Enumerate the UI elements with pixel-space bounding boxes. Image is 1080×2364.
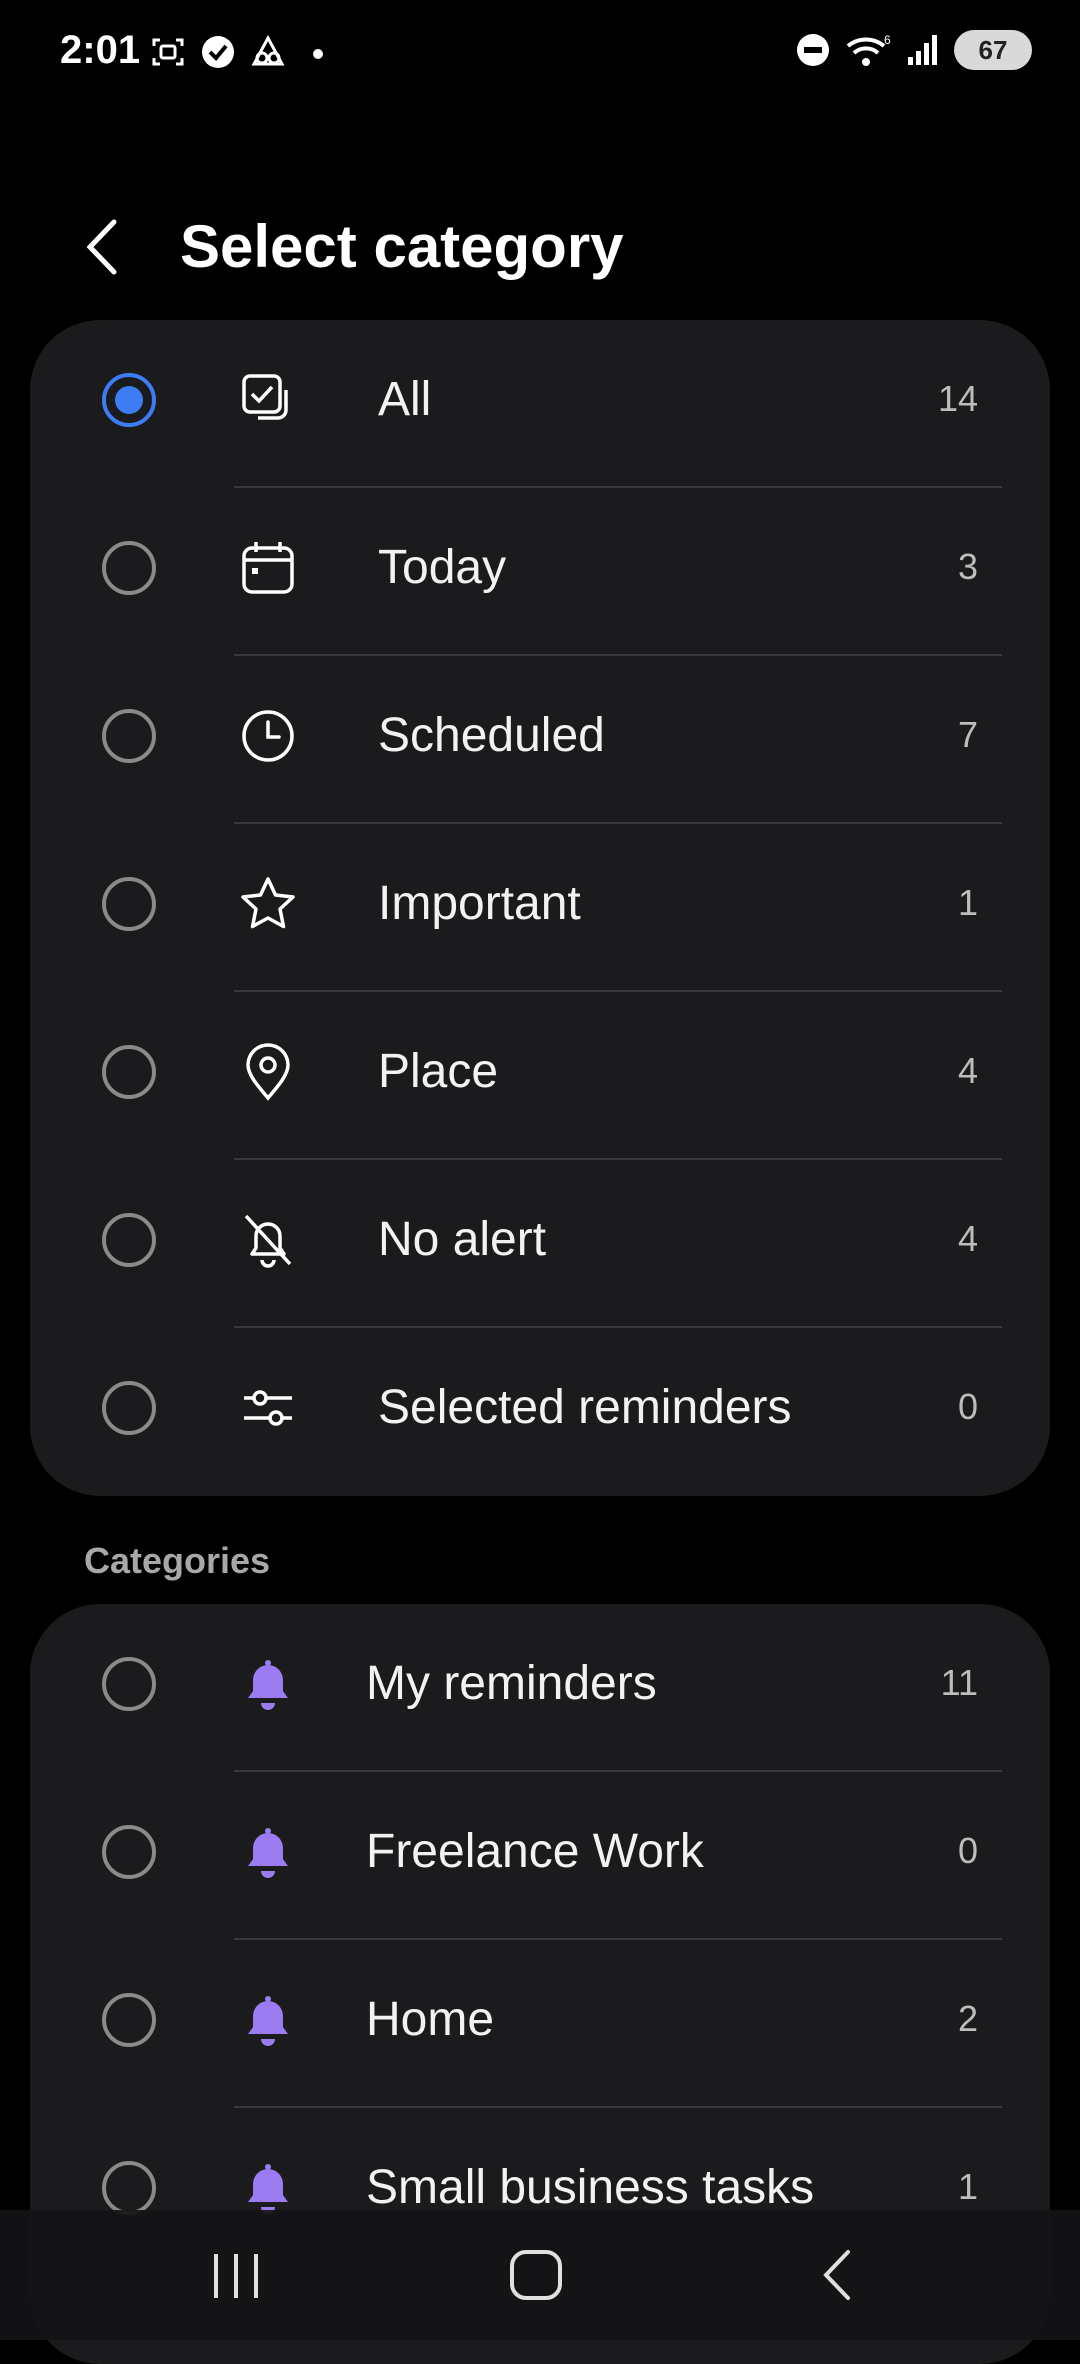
recents-button[interactable] bbox=[196, 2240, 276, 2310]
radio-unselected[interactable] bbox=[102, 1381, 156, 1435]
radio-unselected[interactable] bbox=[102, 877, 156, 931]
radio-unselected[interactable] bbox=[102, 709, 156, 763]
category-row-freelance-work[interactable]: Freelance Work 0 bbox=[30, 1772, 1050, 1940]
bell-icon bbox=[248, 1660, 288, 1710]
signal-icon bbox=[908, 35, 937, 65]
filter-count: 4 bbox=[957, 1050, 978, 1091]
checklist-icon bbox=[242, 374, 288, 420]
status-left-icons bbox=[150, 34, 336, 70]
screenshot-icon bbox=[152, 38, 184, 66]
filter-row-all[interactable]: All 14 bbox=[30, 320, 1050, 488]
location-pin-icon bbox=[246, 1043, 290, 1101]
radio-unselected[interactable] bbox=[102, 1657, 156, 1711]
battery-level: 67 bbox=[978, 34, 1008, 65]
filter-count: 0 bbox=[957, 1386, 978, 1427]
sliders-icon bbox=[244, 1390, 292, 1426]
category-count: 1 bbox=[957, 2166, 978, 2207]
navigation-bar bbox=[0, 2210, 1080, 2340]
do-not-disturb-icon bbox=[797, 34, 829, 66]
filter-label: Today bbox=[378, 541, 507, 594]
check-circle-icon bbox=[202, 36, 234, 68]
battery-icon: 67 bbox=[954, 30, 1032, 70]
status-time: 2:01 bbox=[60, 28, 141, 72]
radio-unselected[interactable] bbox=[102, 1213, 156, 1267]
filter-row-selected-reminders[interactable]: Selected reminders 0 bbox=[30, 1328, 1050, 1496]
recents-icon bbox=[214, 2254, 258, 2298]
status-bar: 2:01 6 67 bbox=[0, 0, 1080, 110]
clock-icon bbox=[242, 710, 294, 762]
filter-label: Important bbox=[378, 877, 581, 930]
radio-selected[interactable] bbox=[102, 373, 156, 427]
filter-list-card: All 14 Today 3 Scheduled 7 Important 1 P… bbox=[30, 320, 1050, 1496]
radio-unselected[interactable] bbox=[102, 1045, 156, 1099]
filter-label: No alert bbox=[378, 1213, 547, 1266]
dot-icon bbox=[313, 49, 323, 59]
bell-icon bbox=[248, 1996, 288, 2046]
filter-row-no-alert[interactable]: No alert 4 bbox=[30, 1160, 1050, 1328]
radio-unselected[interactable] bbox=[102, 1993, 156, 2047]
bell-icon bbox=[248, 1828, 288, 1878]
radio-unselected[interactable] bbox=[102, 2161, 156, 2215]
radio-unselected[interactable] bbox=[102, 1825, 156, 1879]
page-title: Select category bbox=[180, 213, 624, 280]
calendar-icon bbox=[242, 542, 294, 594]
filter-label: Scheduled bbox=[378, 709, 605, 762]
radio-unselected[interactable] bbox=[102, 541, 156, 595]
star-icon bbox=[241, 877, 295, 929]
filter-count: 1 bbox=[957, 882, 978, 923]
back-icon bbox=[823, 2250, 850, 2300]
filter-count: 3 bbox=[957, 546, 978, 587]
status-right-icons: 6 67 bbox=[796, 30, 1032, 70]
category-count: 11 bbox=[940, 1662, 978, 1703]
category-label: Freelance Work bbox=[366, 1825, 704, 1878]
category-label: My reminders bbox=[366, 1657, 657, 1710]
chevron-left-icon bbox=[86, 219, 117, 275]
home-icon bbox=[510, 2250, 562, 2300]
filter-label: Selected reminders bbox=[378, 1381, 792, 1434]
back-button[interactable] bbox=[76, 212, 136, 282]
section-header-categories: Categories bbox=[84, 1540, 271, 1581]
cloud-icon bbox=[251, 34, 285, 66]
bell-off-icon bbox=[244, 1214, 292, 1268]
category-row-my-reminders[interactable]: My reminders 11 bbox=[30, 1604, 1050, 1772]
nav-back-button[interactable] bbox=[800, 2240, 880, 2310]
svg-text:6: 6 bbox=[884, 33, 891, 47]
home-button[interactable] bbox=[496, 2240, 576, 2310]
wifi-icon: 6 bbox=[846, 33, 891, 66]
filter-label: All bbox=[378, 373, 432, 426]
filter-row-important[interactable]: Important 1 bbox=[30, 824, 1050, 992]
category-count: 0 bbox=[957, 1830, 978, 1871]
filter-label: Place bbox=[378, 1045, 499, 1098]
filter-row-today[interactable]: Today 3 bbox=[30, 488, 1050, 656]
filter-count: 14 bbox=[937, 378, 978, 419]
category-count: 2 bbox=[957, 1998, 978, 2039]
bell-icon bbox=[248, 2164, 288, 2214]
filter-count: 7 bbox=[957, 714, 978, 755]
category-row-home[interactable]: Home 2 bbox=[30, 1940, 1050, 2108]
filter-count: 4 bbox=[957, 1218, 978, 1259]
category-label: Small business tasks bbox=[366, 2161, 815, 2214]
category-label: Home bbox=[366, 1993, 495, 2046]
filter-row-scheduled[interactable]: Scheduled 7 bbox=[30, 656, 1050, 824]
filter-row-place[interactable]: Place 4 bbox=[30, 992, 1050, 1160]
